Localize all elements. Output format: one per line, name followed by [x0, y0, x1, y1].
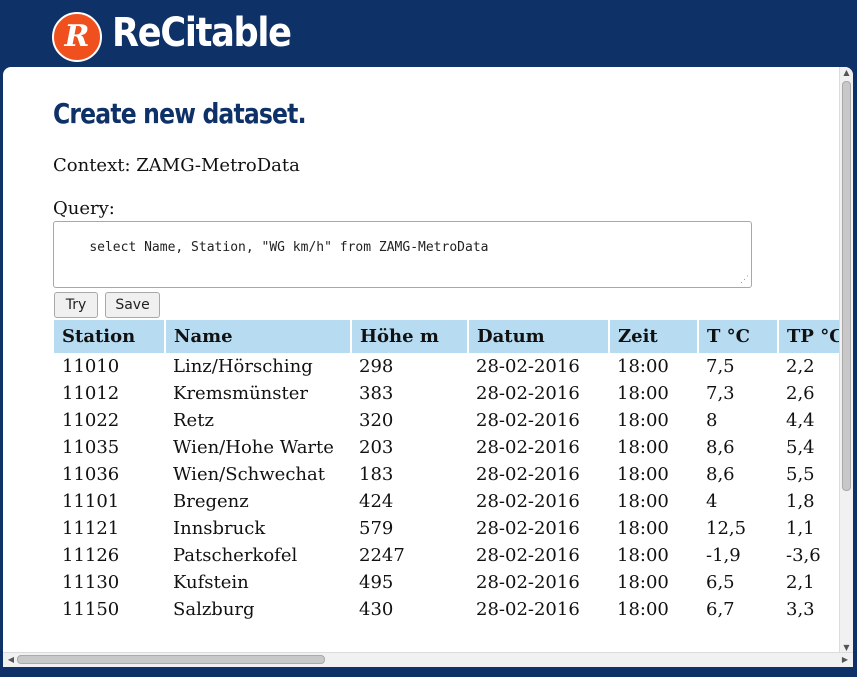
table-row: 11012 Kremsmünster 383 28-02-2016 18:00 …	[54, 380, 851, 407]
table-header-row: Station Name Höhe m Datum Zeit T °C TP °…	[54, 320, 851, 353]
time-cell: 18:00	[617, 464, 669, 485]
table-row: 11022 Retz 320 28-02-2016 18:00 8 4,4	[54, 407, 851, 434]
query-label: Query:	[53, 198, 115, 219]
altitude-cell: 183	[359, 464, 394, 485]
table-row: 11010 Linz/Hörsching 298 28-02-2016 18:0…	[54, 353, 851, 380]
query-text: select Name, Station, "WG km/h" from ZAM…	[89, 240, 489, 255]
temperature-cell: 6,7	[706, 599, 735, 620]
temperature-cell: 4	[706, 491, 718, 512]
station-cell: 11010	[62, 356, 120, 377]
altitude-cell: 495	[359, 572, 394, 593]
save-button[interactable]: Save	[105, 292, 160, 318]
altitude-cell: 2247	[359, 545, 405, 566]
time-cell: 18:00	[617, 437, 669, 458]
station-cell: 11035	[62, 437, 120, 458]
name-cell: Retz	[173, 410, 214, 431]
date-cell: 28-02-2016	[476, 545, 580, 566]
resize-grip-icon[interactable]: ⋰	[740, 276, 749, 285]
main-panel: Create new dataset. Context: ZAMG-MetroD…	[3, 67, 853, 667]
date-cell: 28-02-2016	[476, 491, 580, 512]
scroll-right-icon[interactable]: ▶	[839, 653, 851, 667]
table-row: 11036 Wien/Schwechat 183 28-02-2016 18:0…	[54, 461, 851, 488]
time-cell: 18:00	[617, 545, 669, 566]
altitude-cell: 320	[359, 410, 394, 431]
horizontal-scrollbar[interactable]: ◀ ▶	[3, 652, 853, 667]
column-header-altitude[interactable]: Höhe m	[350, 320, 468, 353]
table-row: 11101 Bregenz 424 28-02-2016 18:00 4 1,8	[54, 488, 851, 515]
time-cell: 18:00	[617, 410, 669, 431]
logo-icon[interactable]: R	[52, 12, 102, 62]
station-cell: 11126	[62, 545, 120, 566]
date-cell: 28-02-2016	[476, 599, 580, 620]
scroll-left-icon[interactable]: ◀	[5, 653, 17, 667]
station-cell: 11036	[62, 464, 120, 485]
temperature-cell: 8,6	[706, 437, 735, 458]
page-title: Create new dataset.	[53, 97, 307, 130]
name-cell: Patscherkofel	[173, 545, 298, 566]
station-cell: 11130	[62, 572, 120, 593]
temperature-cell: 7,3	[706, 383, 735, 404]
temperature-cell: 7,5	[706, 356, 735, 377]
date-cell: 28-02-2016	[476, 383, 580, 404]
context-label: Context: ZAMG-MetroData	[53, 155, 300, 176]
vertical-scrollbar[interactable]: ▲ ▼	[839, 67, 853, 654]
results-table: Station Name Höhe m Datum Zeit T °C TP °…	[54, 320, 851, 623]
temperature-cell: 6,5	[706, 572, 735, 593]
table-row: 11126 Patscherkofel 2247 28-02-2016 18:0…	[54, 542, 851, 569]
name-cell: Bregenz	[173, 491, 249, 512]
altitude-cell: 203	[359, 437, 394, 458]
table-row: 11035 Wien/Hohe Warte 203 28-02-2016 18:…	[54, 434, 851, 461]
table-row: 11121 Innsbruck 579 28-02-2016 18:00 12,…	[54, 515, 851, 542]
date-cell: 28-02-2016	[476, 464, 580, 485]
vertical-scroll-thumb[interactable]	[842, 81, 851, 491]
time-cell: 18:00	[617, 599, 669, 620]
date-cell: 28-02-2016	[476, 356, 580, 377]
time-cell: 18:00	[617, 491, 669, 512]
altitude-cell: 298	[359, 356, 394, 377]
name-cell: Innsbruck	[173, 518, 266, 539]
column-header-station[interactable]: Station	[54, 320, 165, 353]
date-cell: 28-02-2016	[476, 410, 580, 431]
altitude-cell: 424	[359, 491, 394, 512]
time-cell: 18:00	[617, 383, 669, 404]
time-cell: 18:00	[617, 356, 669, 377]
date-cell: 28-02-2016	[476, 572, 580, 593]
altitude-cell: 383	[359, 383, 394, 404]
column-header-date[interactable]: Datum	[467, 320, 609, 353]
try-button[interactable]: Try	[54, 292, 98, 318]
column-header-temperature[interactable]: T °C	[697, 320, 778, 353]
temperature-cell: 8,6	[706, 464, 735, 485]
date-cell: 28-02-2016	[476, 518, 580, 539]
table-row: 11130 Kufstein 495 28-02-2016 18:00 6,5 …	[54, 569, 851, 596]
query-textarea[interactable]: select Name, Station, "WG km/h" from ZAM…	[53, 221, 752, 288]
column-header-time[interactable]: Zeit	[608, 320, 698, 353]
name-cell: Linz/Hörsching	[173, 356, 313, 377]
name-cell: Kremsmünster	[173, 383, 308, 404]
top-bar: R ReCitable	[0, 0, 857, 72]
station-cell: 11022	[62, 410, 120, 431]
date-cell: 28-02-2016	[476, 437, 580, 458]
temperature-cell: 8	[706, 410, 718, 431]
horizontal-scroll-thumb[interactable]	[17, 655, 325, 664]
time-cell: 18:00	[617, 518, 669, 539]
scroll-up-icon[interactable]: ▲	[840, 67, 853, 79]
altitude-cell: 579	[359, 518, 394, 539]
name-cell: Wien/Schwechat	[173, 464, 325, 485]
station-cell: 11121	[62, 518, 120, 539]
temperature-cell: 12,5	[706, 518, 747, 539]
table-row: 11150 Salzburg 430 28-02-2016 18:00 6,7 …	[54, 596, 851, 623]
column-header-name[interactable]: Name	[164, 320, 351, 353]
name-cell: Wien/Hohe Warte	[173, 437, 334, 458]
time-cell: 18:00	[617, 572, 669, 593]
station-cell: 11101	[62, 491, 120, 512]
temperature-cell: -1,9	[706, 545, 741, 566]
name-cell: Salzburg	[173, 599, 255, 620]
app-name[interactable]: ReCitable	[112, 10, 292, 56]
name-cell: Kufstein	[173, 572, 249, 593]
station-cell: 11012	[62, 383, 120, 404]
altitude-cell: 430	[359, 599, 394, 620]
station-cell: 11150	[62, 599, 120, 620]
